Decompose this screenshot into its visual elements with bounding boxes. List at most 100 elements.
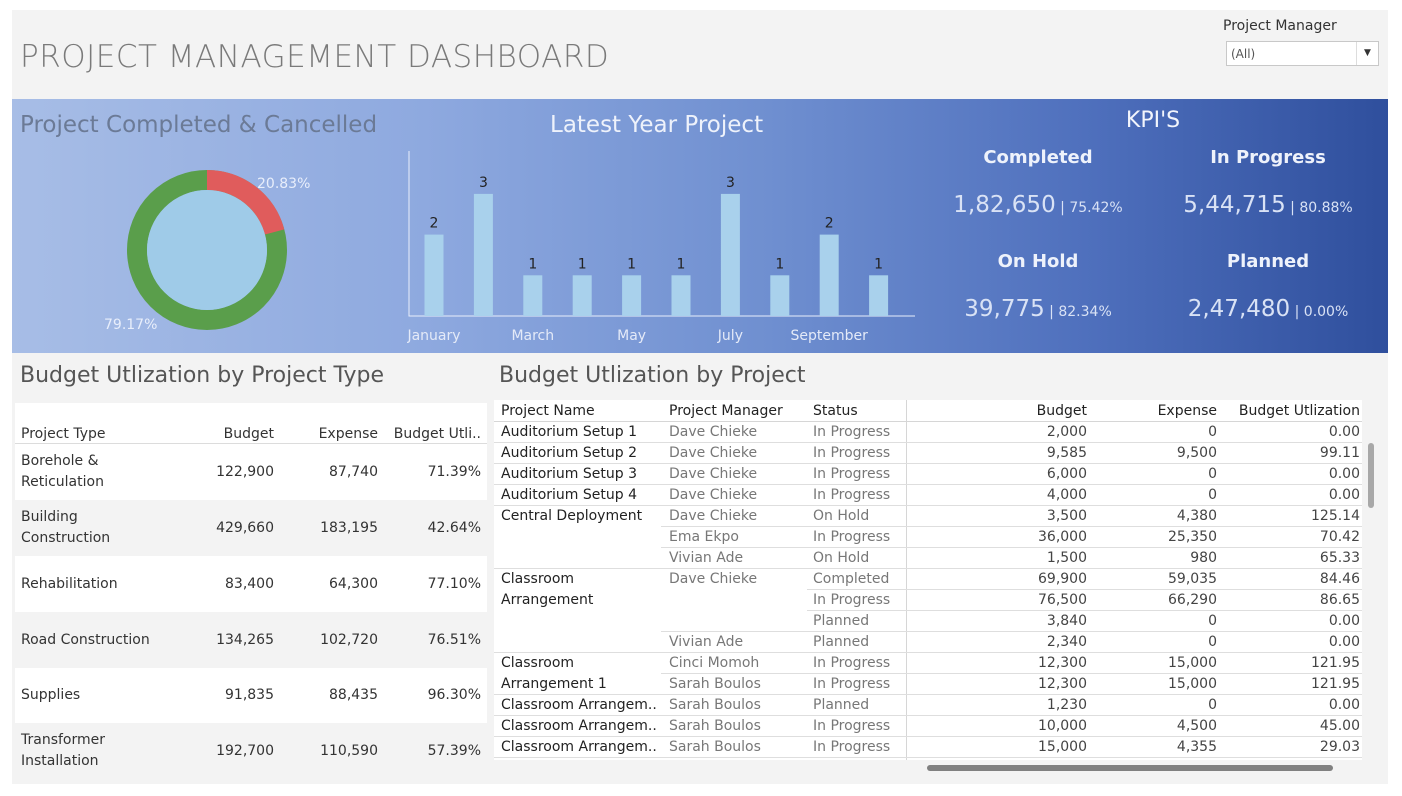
cell-name[interactable]: Arrangement (501, 590, 661, 611)
cell-name[interactable]: Arrangement 1 (501, 674, 661, 695)
cell-name[interactable]: Classroom (501, 569, 661, 590)
kpi-in-progress-amount: 5,44,715 (1183, 192, 1286, 218)
completed-cancelled-donut[interactable] (126, 169, 288, 331)
bar-april[interactable] (572, 275, 592, 316)
cell-name[interactable]: Classroom Arrangem.. (501, 737, 661, 758)
vertical-scrollbar[interactable] (1368, 443, 1374, 508)
header-budget[interactable]: Budget (175, 403, 274, 443)
table-row[interactable]: Building Construction 429,660 183,195 42.64… (15, 500, 487, 556)
kpi-completed-pct: 75.42% (1069, 200, 1123, 216)
cell-name[interactable]: Classroom Arrangem.. (501, 716, 661, 737)
donut-chart-title: Project Completed & Cancelled (20, 112, 378, 138)
header-budget[interactable]: Budget (908, 403, 1087, 421)
header-expense[interactable]: Expense (1094, 403, 1217, 421)
cell-expense: 110,590 (320, 743, 378, 759)
cell-budget: 9,585 (1046, 445, 1087, 461)
header-project-manager[interactable]: Project Manager (669, 403, 783, 421)
cell-name[interactable]: Auditorium Setup 4 (501, 485, 661, 506)
cell-util: 0.00 (1328, 424, 1360, 440)
table-row[interactable]: Rehabilitation 83,400 64,300 77.10% (15, 556, 487, 612)
data-label-june: 1 (677, 256, 686, 272)
cell-util: 77.10% (427, 576, 481, 592)
cell-manager: Sarah Boulos (669, 676, 761, 692)
cell-util: 0.00 (1328, 697, 1360, 713)
bar-february[interactable] (473, 193, 493, 316)
cell-status: In Progress (813, 592, 891, 608)
cell-budget: 76,500 (1038, 592, 1087, 608)
x-tick-label-january: January (407, 328, 461, 344)
cell-util: 71.39% (427, 464, 481, 480)
cell-type: Building Construction (21, 509, 111, 546)
cell-expense: 9,500 (1176, 445, 1217, 461)
cell-name[interactable]: Classroom (501, 653, 661, 674)
kpi-completed-amount: 1,82,650 (953, 192, 1056, 218)
cell-util: 86.65 (1319, 592, 1360, 608)
cell-status: In Progress (813, 718, 891, 734)
cell-manager: Dave Chieke (669, 508, 758, 524)
header-budget-utlization[interactable]: Budget Utlization (1224, 403, 1360, 421)
cell-util: 0.00 (1328, 634, 1360, 650)
cell-util: 125.14 (1311, 508, 1360, 524)
cell-manager: Dave Chieke (669, 571, 758, 587)
cell-expense: 15,000 (1168, 676, 1217, 692)
cell-status: In Progress (813, 739, 891, 755)
bar-may[interactable] (622, 275, 642, 316)
table-row[interactable]: Road Construction 134,265 102,720 76.51% (15, 612, 487, 668)
data-label-may: 1 (627, 256, 636, 272)
cell-name[interactable]: Auditorium Setup 1 (501, 422, 661, 443)
header-budget-util[interactable]: Budget Utli.. (385, 403, 481, 443)
bar-january[interactable] (424, 234, 444, 316)
bar-june[interactable] (671, 275, 691, 316)
cell-expense: 59,035 (1168, 571, 1217, 587)
table-row[interactable]: Supplies 91,835 88,435 96.30% (15, 667, 487, 723)
cell-budget: 122,900 (216, 464, 274, 480)
bar-october[interactable] (869, 275, 889, 316)
header-project-name[interactable]: Project Name (501, 403, 595, 421)
cell-expense: 0 (1208, 466, 1217, 482)
cell-util: 0.00 (1328, 487, 1360, 503)
kpi-planned-caption: Planned (1226, 251, 1310, 272)
table-row[interactable]: Borehole & Reticulation 122,900 87,740 71.3… (15, 444, 487, 500)
cell-status: In Progress (813, 445, 891, 461)
bar-september[interactable] (819, 234, 839, 316)
cell-name[interactable]: Auditorium Setup 2 (501, 443, 661, 464)
cell-util: 65.33 (1319, 550, 1360, 566)
table-row[interactable]: Transformer Installation 192,700 110,590 57… (15, 723, 487, 779)
cell-budget: 1,500 (1046, 550, 1087, 566)
bar-march[interactable] (523, 275, 543, 316)
cell-name[interactable]: Auditorium Setup 3 (501, 464, 661, 485)
kpi-completed-caption: Completed (983, 147, 1093, 168)
donut-completed-label: 79.17% (104, 317, 158, 333)
bar-july[interactable] (720, 193, 740, 316)
kpi-title: KPI'S (1125, 108, 1181, 133)
horizontal-scrollbar[interactable] (927, 765, 1333, 771)
cell-name[interactable]: Central Deployment (501, 506, 661, 527)
cell-util: 0.00 (1328, 466, 1360, 482)
table-header: Project Type Budget Expense Budget Utli.… (15, 403, 487, 444)
cell-status: In Progress (813, 466, 891, 482)
kpi-in-progress-pct: 80.88% (1299, 200, 1353, 216)
project-manager-dropdown[interactable]: (All) ▼ (1226, 41, 1379, 66)
cell-status: In Progress (813, 655, 891, 671)
cell-status: In Progress (813, 424, 891, 440)
cell-budget: 83,400 (225, 576, 274, 592)
header-project-type[interactable]: Project Type (21, 403, 106, 443)
cell-expense: 66,290 (1168, 592, 1217, 608)
data-label-august: 1 (775, 256, 784, 272)
cell-expense: 0 (1208, 424, 1217, 440)
cell-expense: 25,350 (1168, 529, 1217, 545)
chevron-down-icon[interactable]: ▼ (1356, 42, 1378, 65)
x-tick-label-september: September (791, 328, 869, 344)
bar-august[interactable] (770, 275, 790, 316)
cell-name[interactable]: Classroom Arrangem.. (501, 695, 661, 716)
data-label-october: 1 (874, 256, 883, 272)
header-status[interactable]: Status (813, 403, 858, 421)
row-divider (494, 757, 1362, 758)
header-expense[interactable]: Expense (277, 403, 378, 443)
cell-status: On Hold (813, 508, 870, 524)
data-label-march: 1 (528, 256, 537, 272)
cell-manager: Sarah Boulos (669, 697, 761, 713)
cell-budget: 3,840 (1046, 613, 1087, 629)
cell-expense: 0 (1208, 697, 1217, 713)
type-table-title: Budget Utlization by Project Type (20, 363, 385, 388)
